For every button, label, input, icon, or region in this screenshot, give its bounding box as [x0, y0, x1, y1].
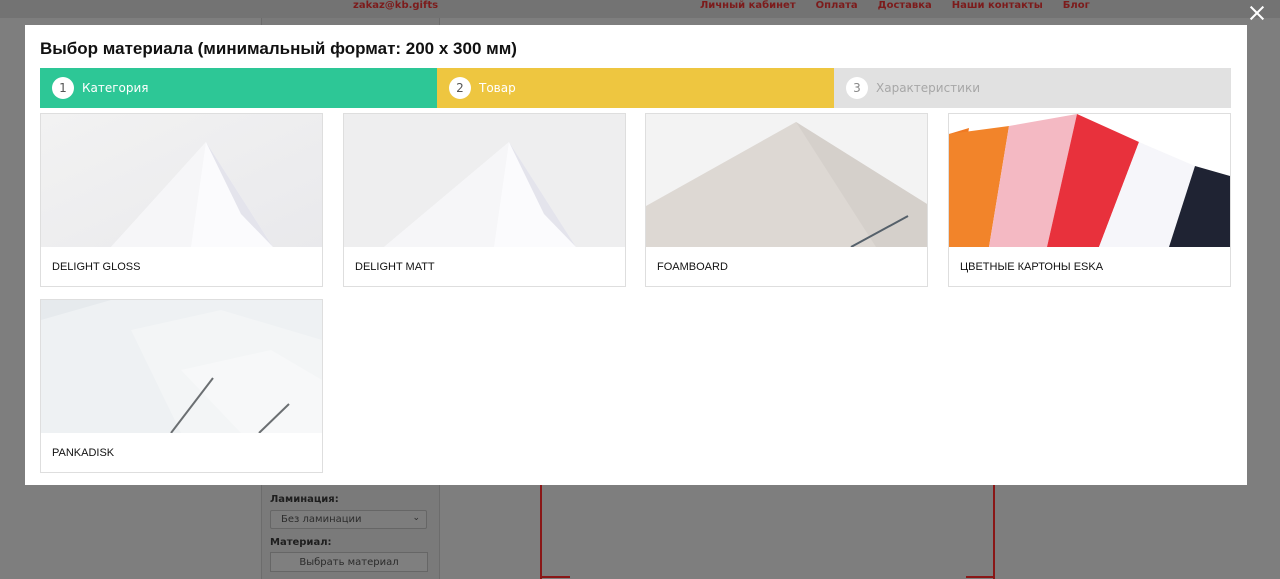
material-modal: Выбор материала (минимальный формат: 200… [25, 25, 1247, 485]
step-category[interactable]: 1 Категория [40, 68, 437, 108]
step-characteristics: 3 Характеристики [834, 68, 1231, 108]
chevron-down-icon: ⌄ [412, 513, 420, 523]
step-progress: 1 Категория 2 Товар 3 Характеристики [40, 68, 1231, 108]
lamination-select[interactable]: Без ламинации ⌄ [270, 510, 427, 529]
product-name: PANKADISK [52, 447, 115, 459]
top-bar: zakaz@kb.gifts Личный кабинет Оплата Дос… [0, 0, 1280, 18]
lamination-label: Ламинация: [270, 494, 339, 505]
step-label: Товар [479, 81, 516, 95]
nav-blog[interactable]: Блог [1063, 0, 1090, 11]
step-label: Категория [82, 81, 149, 95]
product-image [41, 300, 322, 433]
step-label: Характеристики [876, 81, 981, 95]
step-number: 1 [52, 77, 74, 99]
modal-title: Выбор материала (минимальный формат: 200… [40, 39, 517, 58]
material-label: Материал: [270, 537, 332, 548]
lamination-value: Без ламинации [281, 514, 362, 525]
product-image [41, 114, 322, 247]
step-number: 3 [846, 77, 868, 99]
nav-account[interactable]: Личный кабинет [700, 0, 796, 11]
product-name: DELIGHT GLOSS [52, 261, 141, 273]
product-image [646, 114, 927, 247]
product-name: DELIGHT MATT [355, 261, 435, 273]
product-image [344, 114, 625, 247]
product-card-foamboard[interactable]: FOAMBOARD [645, 113, 928, 287]
nav-contacts[interactable]: Наши контакты [952, 0, 1043, 11]
product-card-eska-colored[interactable]: ЦВЕТНЫЕ КАРТОНЫ ESKA [948, 113, 1231, 287]
product-name: ЦВЕТНЫЕ КАРТОНЫ ESKA [960, 261, 1104, 273]
product-card-delight-gloss[interactable]: DELIGHT GLOSS [40, 113, 323, 287]
step-number: 2 [449, 77, 471, 99]
product-image [949, 114, 1230, 247]
product-name: FOAMBOARD [657, 261, 728, 273]
product-card-pankadisk[interactable]: PANKADISK [40, 299, 323, 473]
close-icon[interactable] [1249, 5, 1265, 21]
choose-material-button[interactable]: Выбрать материал [270, 552, 428, 572]
nav-delivery[interactable]: Доставка [878, 0, 932, 11]
nav-payment[interactable]: Оплата [816, 0, 858, 11]
step-product[interactable]: 2 Товар [437, 68, 834, 108]
top-nav: Личный кабинет Оплата Доставка Наши конт… [700, 0, 1090, 11]
product-card-delight-matt[interactable]: DELIGHT MATT [343, 113, 626, 287]
contact-email[interactable]: zakaz@kb.gifts [353, 0, 438, 11]
